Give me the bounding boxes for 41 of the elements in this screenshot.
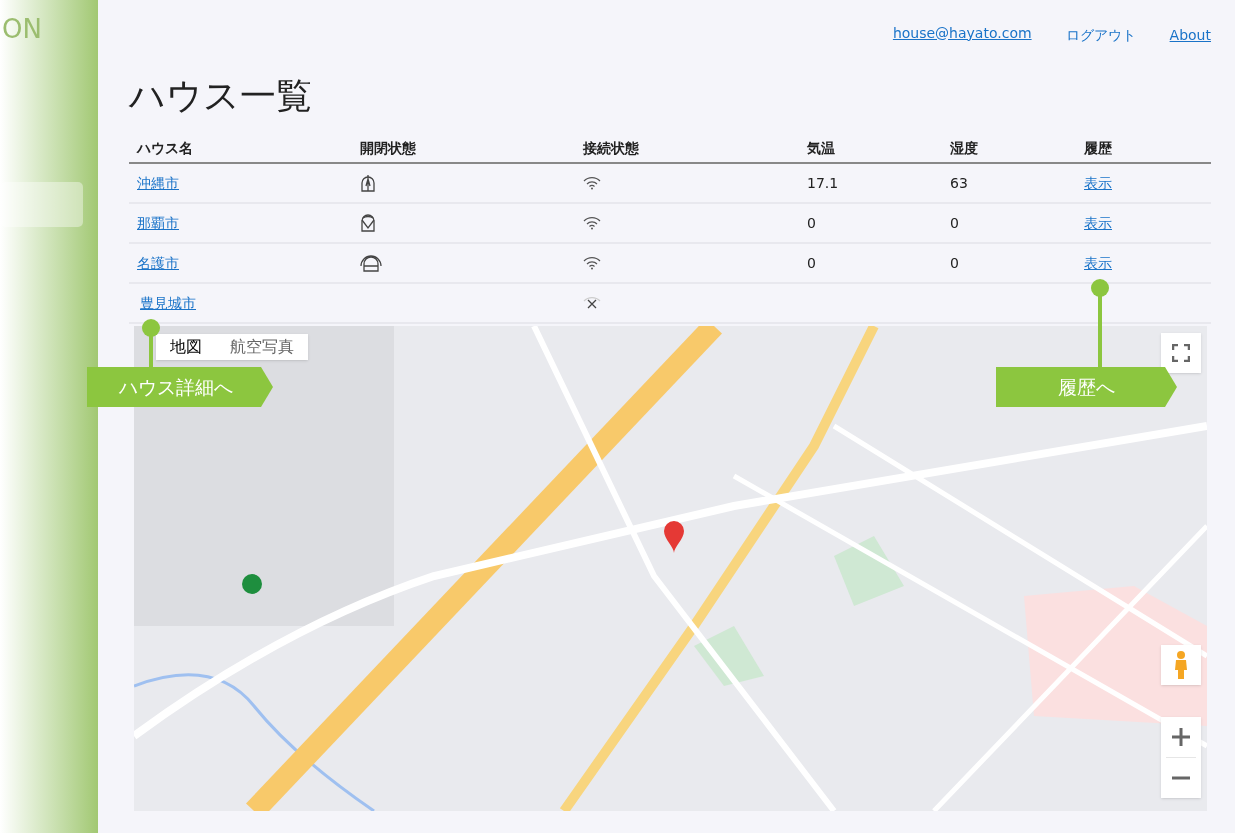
house-link[interactable]: 名護市 [137, 252, 179, 274]
logout-link[interactable]: ログアウト [1065, 24, 1136, 46]
wifi-icon [583, 176, 601, 190]
column-header: 履歴 [1076, 134, 1211, 164]
history-link[interactable]: 表示 [1084, 252, 1112, 274]
leader-line [142, 319, 160, 369]
plus-icon [1172, 728, 1190, 746]
column-header: 開閉状態 [352, 134, 575, 164]
house-link[interactable]: 豊見城市 [140, 292, 196, 314]
wifi-icon [583, 216, 601, 230]
temperature-cell-text: 17.1 [807, 173, 839, 193]
temperature-cell-text: 0 [807, 213, 816, 233]
humidity-cell-text: 63 [950, 173, 968, 193]
page-title: ハウス一覧 [129, 78, 313, 114]
humidity-cell-text: 0 [950, 253, 959, 273]
greenhouse-open-icon [360, 174, 376, 192]
column-header: 気温 [799, 134, 942, 164]
about-link[interactable]: About [1169, 24, 1211, 46]
house-link[interactable]: 沖縄市 [137, 172, 179, 194]
greenhouse-closed-icon [360, 254, 382, 272]
humidity-cell-text: 0 [950, 213, 959, 233]
history-link[interactable]: 表示 [1084, 172, 1112, 194]
fullscreen-icon [1172, 344, 1190, 362]
column-header: 湿度 [942, 134, 1076, 164]
wifi-off-icon [583, 296, 601, 310]
minus-icon [1172, 776, 1190, 780]
greenhouse-half-icon [360, 214, 376, 232]
map-type-tab[interactable]: 航空写真 [216, 334, 308, 360]
temperature-cell-text: 0 [807, 253, 816, 273]
history-link[interactable]: 表示 [1084, 212, 1112, 234]
wifi-icon [583, 256, 601, 270]
fullscreen-button[interactable] [1161, 333, 1201, 373]
column-header: ハウス名 [129, 134, 352, 164]
person-icon [1173, 650, 1189, 680]
column-header: 接続状態 [575, 134, 799, 164]
map-type-tab[interactable]: 地図 [156, 334, 216, 360]
logo: ON [2, 16, 43, 42]
callout-tooltip: ハウス詳細へ [87, 367, 273, 407]
callout-tooltip: 履歴へ [996, 367, 1177, 407]
email-link[interactable]: house@hayato.com [892, 22, 1032, 44]
house-link[interactable]: 那覇市 [137, 212, 179, 234]
